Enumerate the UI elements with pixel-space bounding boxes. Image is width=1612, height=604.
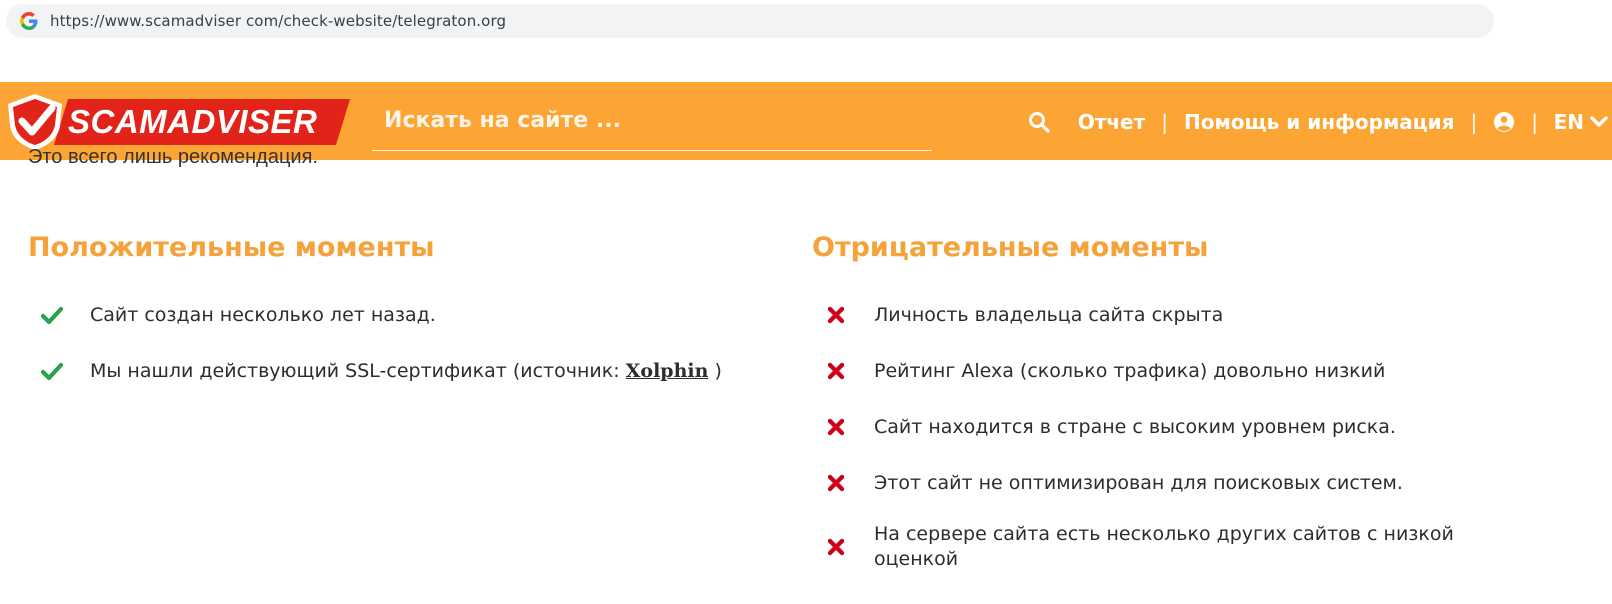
negative-item-text: На сервере сайта есть несколько других с… xyxy=(874,523,1454,570)
cross-icon xyxy=(824,359,848,383)
page: https://www.scamadviser com/check-websit… xyxy=(0,0,1612,604)
nav-separator: | xyxy=(1470,110,1478,134)
nav-report-link[interactable]: Отчет xyxy=(1078,110,1145,134)
list-item: На сервере сайта есть несколько других с… xyxy=(812,522,1592,572)
check-icon xyxy=(40,359,64,383)
google-g-icon xyxy=(18,10,40,32)
search-icon[interactable] xyxy=(1028,111,1050,133)
list-item: Этот сайт не оптимизирован для поисковых… xyxy=(812,466,1592,500)
list-item: Рейтинг Alexa (сколько трафика) довольно… xyxy=(812,354,1592,388)
xolphin-link[interactable]: Xolphin xyxy=(626,360,709,382)
ssl-text-after: ) xyxy=(708,359,722,382)
nav-help-link[interactable]: Помощь и информация xyxy=(1184,110,1455,134)
negative-item-text: Рейтинг Alexa (сколько трафика) довольно… xyxy=(874,359,1386,382)
main-nav: Отчет | Помощь и информация | | xyxy=(1028,104,1554,140)
nav-separator: | xyxy=(1161,110,1168,134)
cross-icon xyxy=(824,535,848,559)
cross-icon xyxy=(824,471,848,495)
negative-item-text: Этот сайт не оптимизирован для поисковых… xyxy=(874,471,1403,494)
cross-icon xyxy=(824,415,848,439)
chevron-down-icon xyxy=(1590,115,1608,129)
positive-section: Положительные моменты Сайт создан нескол… xyxy=(28,224,788,410)
list-item: Личность владельца сайта скрыта xyxy=(812,298,1592,332)
negative-title: Отрицательные моменты xyxy=(812,232,1209,263)
language-label: EN xyxy=(1553,110,1584,134)
url-text[interactable]: https://www.scamadviser com/check-websit… xyxy=(50,12,506,30)
logo-text: SCAMADVISER xyxy=(68,103,318,140)
site-search-input[interactable] xyxy=(372,98,932,142)
positive-title: Положительные моменты xyxy=(28,232,435,263)
ssl-text-before: Мы нашли действующий SSL-сертификат (ист… xyxy=(90,359,626,382)
negative-section: Отрицательные моменты Личность владельца… xyxy=(812,224,1592,594)
nav-separator: | xyxy=(1531,110,1538,134)
cutoff-text: Это всего лишь рекомендация. xyxy=(28,146,318,168)
check-icon xyxy=(40,303,64,327)
address-bar[interactable]: https://www.scamadviser com/check-websit… xyxy=(6,4,1494,38)
negative-list: Личность владельца сайта скрыта Рейтинг … xyxy=(812,298,1592,572)
negative-item-text: Сайт находится в стране с высоким уровне… xyxy=(874,415,1396,438)
site-search[interactable] xyxy=(372,98,932,151)
list-item: Сайт создан несколько лет назад. xyxy=(28,298,788,332)
negative-item-text: Личность владельца сайта скрыта xyxy=(874,303,1224,326)
language-selector[interactable]: EN xyxy=(1554,104,1608,140)
user-account-icon[interactable] xyxy=(1493,111,1515,133)
list-item: Мы нашли действующий SSL-сертификат (ист… xyxy=(28,354,788,388)
list-item: Сайт находится в стране с высоким уровне… xyxy=(812,410,1592,444)
shield-check-icon xyxy=(8,94,62,150)
positive-list: Сайт создан несколько лет назад. Мы нашл… xyxy=(28,298,788,388)
positive-item-text: Мы нашли действующий SSL-сертификат (ист… xyxy=(90,359,722,384)
positive-item-text: Сайт создан несколько лет назад. xyxy=(90,303,436,326)
cross-icon xyxy=(824,303,848,327)
